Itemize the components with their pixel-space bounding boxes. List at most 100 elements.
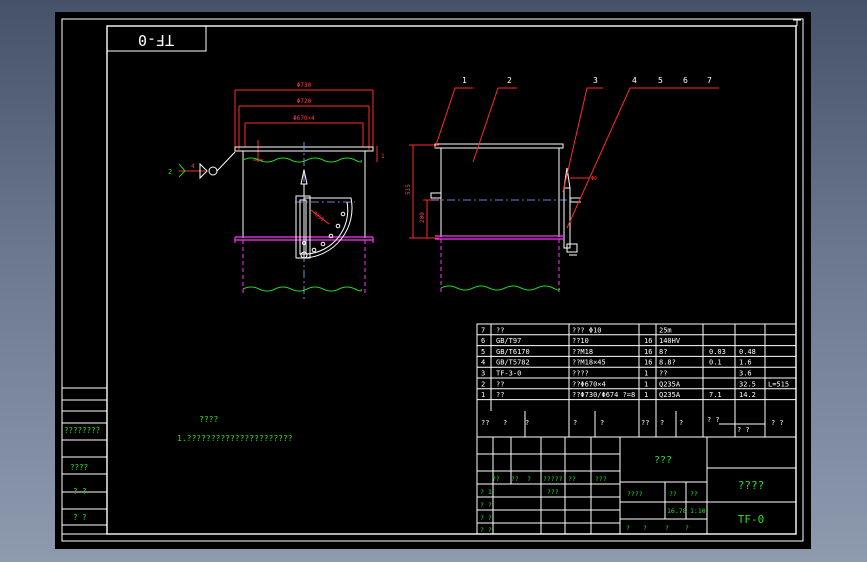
svg-text:? 1: ? 1 xyxy=(480,488,492,496)
bom-cell-qty: 1 xyxy=(644,370,648,378)
bom-cell-w2: 1.6 xyxy=(739,359,752,367)
bom-cell-no: 3 xyxy=(481,370,485,378)
dim-mid: Φ720 xyxy=(297,98,312,105)
front-leader-num: 2 xyxy=(168,168,172,176)
strip-label: ???????? xyxy=(64,426,100,435)
bom-cell-w2: 3.6 xyxy=(739,370,752,378)
strip-label: ? ? xyxy=(73,513,87,522)
bom-cell-qty: 1 xyxy=(644,380,648,388)
bom-cell-w1: 0.1 xyxy=(709,359,722,367)
bom-cell-material: ?? xyxy=(659,370,667,378)
bom-header: ?? xyxy=(641,419,649,427)
material-title: ??? xyxy=(654,455,672,466)
bom-header: ? xyxy=(660,419,664,427)
front-view: Φ730 Φ720 Φ670×4 1 R250 2 4 xyxy=(168,82,385,302)
svg-text:? ?: ? ? xyxy=(480,501,492,509)
dim-height: 515 xyxy=(405,184,412,195)
svg-text:???: ??? xyxy=(547,488,559,496)
bom-cell-material: 140HV xyxy=(659,337,681,345)
drawing-code: TF-0 xyxy=(738,513,765,526)
drawing-name: ???? xyxy=(738,479,765,492)
svg-text:?????: ????? xyxy=(543,475,563,483)
bom-header: ?? xyxy=(481,419,489,427)
bom-cell-name: ??Φ730/Φ674 ?=8 xyxy=(572,391,635,399)
bom-cell-w1: 0.03 xyxy=(709,348,726,356)
side-view: 515 200 Φ0 1 2 3 4 5 6 7 xyxy=(405,76,719,294)
balloon-1: 1 xyxy=(462,76,467,85)
dim-half: 200 xyxy=(419,212,426,223)
dim-shaft: Φ0 xyxy=(591,176,597,182)
bom-cell-no: 2 xyxy=(481,380,485,388)
bom-cell-code: ?? xyxy=(496,380,504,388)
svg-text:??: ?? xyxy=(669,490,677,498)
bom-cell-material: Q235A xyxy=(659,391,681,399)
svg-text:????: ???? xyxy=(627,490,643,498)
balloon-4: 4 xyxy=(632,76,637,85)
svg-text:?: ? xyxy=(527,475,531,483)
bom-cell-material: 25m xyxy=(659,326,672,334)
balloon-2: 2 xyxy=(507,76,512,85)
bom-cell-name: ??? Φ10 xyxy=(572,326,602,334)
tech-note: 1.?????????????????????? xyxy=(177,434,293,443)
mirrored-code: TF-0 xyxy=(138,31,174,49)
bom-header: ? ? xyxy=(707,416,720,424)
bom-cell-name: ??10 xyxy=(572,337,589,345)
svg-text:?: ? xyxy=(626,524,630,532)
bom-header: ? xyxy=(573,419,577,427)
svg-text:? ?: ? ? xyxy=(480,514,492,522)
svg-text:??: ?? xyxy=(492,475,500,483)
bom-cell-code: GB/T97 xyxy=(496,337,521,345)
bom-cell-name: ???? xyxy=(572,370,589,378)
bom-cell-material: 8.8? xyxy=(659,359,676,367)
bom-cell-w2: 14.2 xyxy=(739,391,756,399)
scale-value: 1:10 xyxy=(690,507,706,515)
dim-bolt: Φ670×4 xyxy=(293,115,315,122)
bom-cell-qty: 1 xyxy=(644,391,648,399)
bom-cell-no: 7 xyxy=(481,326,485,334)
bom-cell-w2: 32.5 xyxy=(739,380,756,388)
svg-text:? ?: ? ? xyxy=(480,526,492,534)
bom-cell-no: 4 xyxy=(481,359,485,367)
bom-cell-code: GB/T6170 xyxy=(496,348,530,356)
dim-outer: Φ730 xyxy=(297,82,312,89)
weight-value: 16.78 xyxy=(667,507,687,515)
bom-cell-code: GB/T5782 xyxy=(496,359,530,367)
bom-cell-material: 8? xyxy=(659,348,667,356)
left-strip: ???????? ???? ? ? ? ? xyxy=(61,387,108,535)
svg-text:1: 1 xyxy=(381,153,385,160)
bom-cell-no: 5 xyxy=(481,348,485,356)
bom-cell-qty: 16 xyxy=(644,348,652,356)
bom-cell-no: 1 xyxy=(481,391,485,399)
svg-text:R250: R250 xyxy=(312,211,325,223)
svg-text:???: ??? xyxy=(595,475,607,483)
strip-label: ???? xyxy=(70,463,88,472)
svg-text:??: ?? xyxy=(511,475,519,483)
balloon-7: 7 xyxy=(707,76,712,85)
drawing-canvas: TF-0 ???????? ???? ? ? ? ? ???? 1.??????… xyxy=(61,18,804,542)
strip-label: ? ? xyxy=(73,487,87,496)
svg-text:??: ?? xyxy=(690,490,698,498)
balloon-3: 3 xyxy=(593,76,598,85)
svg-text:4: 4 xyxy=(191,163,195,170)
bom-cell-w1: 7.1 xyxy=(709,391,722,399)
svg-text:?: ? xyxy=(685,524,689,532)
bom-header: ? xyxy=(503,419,507,427)
bom-cell-code: ?? xyxy=(496,326,504,334)
bom-cell-code: ?? xyxy=(496,391,504,399)
bom-header: ? xyxy=(679,419,683,427)
inner-frame xyxy=(106,25,797,535)
balloon-5: 5 xyxy=(658,76,663,85)
bom-header: ? xyxy=(600,419,604,427)
bom-cell-note: L=515 xyxy=(768,380,789,388)
bom-cell-name: ??M18×45 xyxy=(572,359,606,367)
bom-cell-name: ??Φ670×4 xyxy=(572,380,606,388)
bom-cell-qty: 16 xyxy=(644,359,652,367)
tech-title: ???? xyxy=(199,415,218,424)
bom-cell-w2: 0.48 xyxy=(739,348,756,356)
svg-text:?: ? xyxy=(665,524,669,532)
bom-header: ? xyxy=(525,419,529,427)
title-block: ?? ?? ? ????? ?? ??? ? 1 ? ? ? ? ? ? ???… xyxy=(476,436,797,535)
outer-frame xyxy=(61,18,804,542)
cad-viewport[interactable]: TF-0 ???????? ???? ? ? ? ? ???? 1.??????… xyxy=(55,12,811,549)
bom-cell-no: 6 xyxy=(481,337,485,345)
